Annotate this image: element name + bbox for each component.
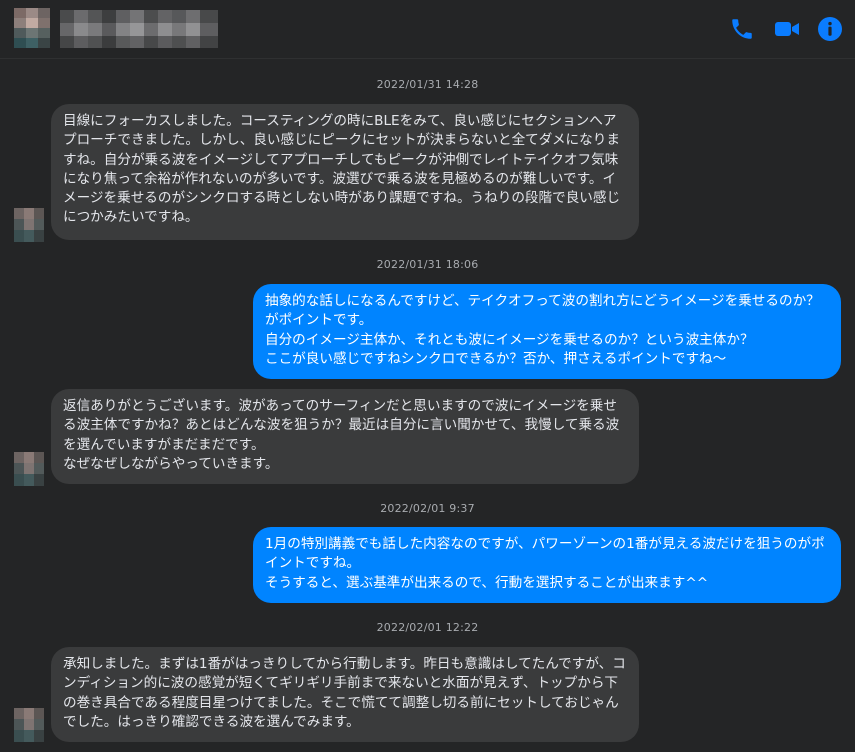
phone-icon[interactable] [729, 16, 755, 42]
message-timestamp: 2022/02/01 9:37 [380, 502, 475, 515]
contact-name-blurred[interactable] [60, 10, 218, 48]
message-timestamp: 2022/02/01 12:22 [376, 621, 479, 634]
incoming-message-bubble[interactable]: 目線にフォーカスしました。コースティングの時にBLEをみて、良い感じにセクション… [51, 104, 639, 240]
message-timestamp: 2022/01/31 18:06 [376, 258, 479, 271]
outgoing-message-bubble[interactable]: 抽象的な話しになるんですけど、テイクオフって波の割れ方にどうイメージを乗せるのか… [253, 284, 841, 379]
incoming-message-bubble[interactable]: 承知しました。まずは1番がはっきりしてから行動します。昨日も意識はしてたんですが… [51, 647, 639, 742]
sender-avatar[interactable] [14, 208, 44, 242]
conversation-header [0, 0, 855, 59]
sender-avatar[interactable] [14, 452, 44, 486]
info-icon[interactable] [817, 16, 843, 42]
incoming-message-bubble[interactable]: 返信ありがとうございます。波があってのサーフィンだと思いますので波にイメージを乗… [51, 389, 639, 484]
video-camera-icon[interactable] [773, 16, 801, 42]
message-timestamp: 2022/01/31 14:28 [376, 78, 479, 91]
outgoing-message-bubble[interactable]: 1月の特別講義でも話した内容なのですが、パワーゾーンの1番が見える波だけを狙うの… [253, 527, 841, 603]
contact-avatar[interactable] [14, 8, 50, 48]
sender-avatar[interactable] [14, 708, 44, 742]
